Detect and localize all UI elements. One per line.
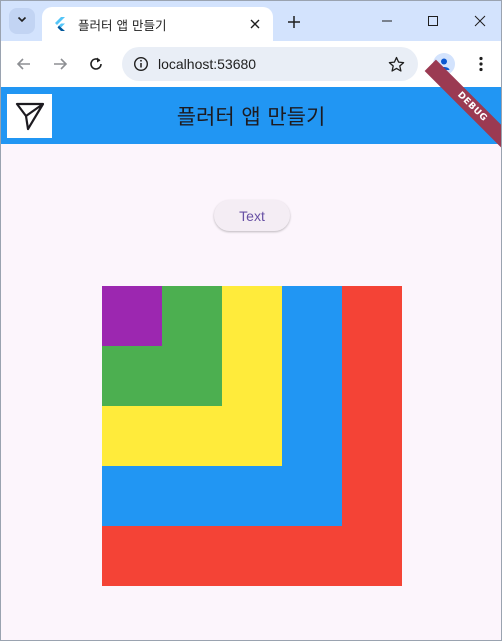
kebab-menu-icon — [479, 56, 483, 72]
purple-box — [102, 286, 162, 346]
reload-icon — [90, 57, 102, 70]
plus-icon — [288, 16, 300, 28]
chevron-down-icon — [16, 12, 28, 30]
url-text[interactable]: localhost:53680 — [158, 56, 256, 72]
browser-menu-button[interactable] — [471, 54, 491, 74]
forward-button[interactable] — [50, 54, 70, 74]
minimize-icon — [382, 20, 392, 22]
address-bar[interactable]: localhost:53680 — [122, 47, 418, 81]
tab-strip: 플러터 앱 만들기 — [1, 1, 501, 41]
minimize-button[interactable] — [377, 11, 397, 31]
flutter-icon — [54, 17, 68, 31]
tab-search-button[interactable] — [9, 8, 35, 34]
tab-title: 플러터 앱 만들기 — [78, 17, 167, 33]
maximize-icon — [428, 16, 438, 26]
app-viewport: 플러터 앱 만들기 DEBUG Text — [1, 59, 501, 640]
tab-close-button[interactable] — [247, 16, 263, 32]
browser-toolbar: localhost:53680 — [1, 41, 501, 87]
maximize-button[interactable] — [423, 11, 443, 31]
window-close-button[interactable] — [470, 11, 490, 31]
close-icon — [250, 19, 260, 29]
app-title: 플러터 앱 만들기 — [176, 104, 326, 129]
arrow-right-icon — [54, 58, 68, 70]
new-tab-button[interactable] — [284, 12, 304, 32]
browser-window: 플러터 앱 만들기 localhost:53680 플러터 앱 만들기 DEBU… — [0, 0, 502, 641]
text-button[interactable]: Text — [214, 200, 290, 231]
arrow-left-icon — [16, 58, 30, 70]
close-icon — [474, 15, 486, 27]
reload-button[interactable] — [86, 54, 106, 74]
back-button[interactable] — [14, 54, 34, 74]
nested-boxes — [102, 286, 402, 586]
star-icon[interactable] — [386, 54, 406, 74]
info-icon[interactable] — [131, 54, 151, 74]
app-bar: 플러터 앱 만들기 — [1, 87, 501, 144]
browser-tab[interactable]: 플러터 앱 만들기 — [42, 7, 273, 41]
